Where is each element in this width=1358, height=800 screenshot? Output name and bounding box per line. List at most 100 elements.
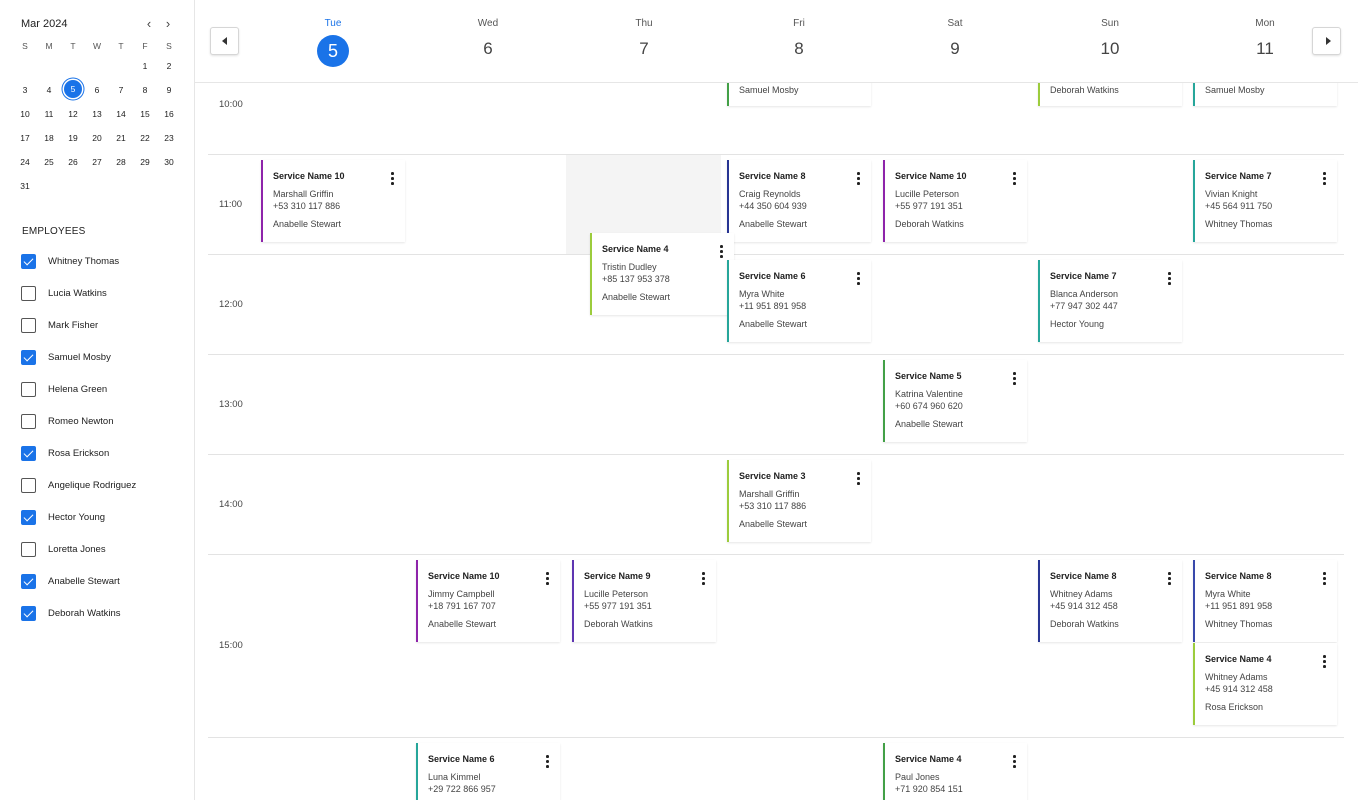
prev-week-button[interactable]	[210, 27, 239, 55]
more-vert-icon[interactable]	[1319, 655, 1329, 669]
appointment-card[interactable]: Service Name 6 Myra White +11 951 891 958 A…	[727, 260, 871, 342]
day-header-tue[interactable]: Tue 5	[255, 0, 411, 82]
employee-checkbox[interactable]	[21, 254, 36, 269]
employee-checkbox[interactable]	[21, 446, 36, 461]
appointment-card[interactable]: Service Name 7 Blanca Anderson +77 947 302…	[1038, 260, 1182, 342]
more-vert-icon[interactable]	[1009, 372, 1019, 386]
mini-calendar-day[interactable]: 14	[109, 104, 133, 124]
mini-calendar-day[interactable]: 18	[37, 128, 61, 148]
appointment-card[interactable]: Service Name 8 Myra White +11 951 891 958 W…	[1193, 560, 1337, 642]
mini-calendar-day[interactable]: 17	[13, 128, 37, 148]
mini-calendar-day[interactable]: 22	[133, 128, 157, 148]
mini-calendar-day[interactable]: 2	[157, 56, 181, 76]
employee-checkbox[interactable]	[21, 574, 36, 589]
mini-calendar-day[interactable]: 19	[61, 128, 85, 148]
mini-calendar-day[interactable]: 8	[133, 80, 157, 100]
more-vert-icon[interactable]	[1319, 572, 1329, 586]
more-vert-icon[interactable]	[853, 472, 863, 486]
mini-calendar-day[interactable]: 31	[13, 176, 37, 196]
appointment-card[interactable]: Service Name 10 Marshall Griffin +53 310 1…	[261, 160, 405, 242]
employee-filter-item[interactable]: Rosa Erickson	[21, 446, 186, 462]
appointment-card[interactable]: Service Name 9 Lucille Peterson +55 977 19…	[572, 560, 716, 642]
appointment-card[interactable]: Service Name 4 Whitney Adams +45 914 312 4…	[1193, 643, 1337, 725]
appointment-card[interactable]: Service Name 8 Whitney Adams +45 914 312 4…	[1038, 560, 1182, 642]
mini-calendar-day[interactable]: 21	[109, 128, 133, 148]
more-vert-icon[interactable]	[853, 172, 863, 186]
mini-calendar-day[interactable]: 26	[61, 152, 85, 172]
chevron-right-icon[interactable]: ›	[160, 16, 176, 32]
mini-calendar-day[interactable]: 5	[61, 80, 85, 100]
employee-filter-item[interactable]: Anabelle Stewart	[21, 574, 186, 590]
mini-calendar-day[interactable]: 16	[157, 104, 181, 124]
appointment-card[interactable]: Vivian Knight+45 564 911 750Samuel Mosby	[1193, 83, 1337, 106]
mini-calendar-day[interactable]: 24	[13, 152, 37, 172]
more-vert-icon[interactable]	[387, 172, 397, 186]
appointment-card[interactable]: Service Name 8 Craig Reynolds +44 350 604 …	[727, 160, 871, 242]
employee-checkbox[interactable]	[21, 542, 36, 557]
mini-calendar-day[interactable]: 4	[37, 80, 61, 100]
employee-filter-item[interactable]: Angelique Rodriguez	[21, 478, 186, 494]
employee-checkbox[interactable]	[21, 318, 36, 333]
more-vert-icon[interactable]	[542, 755, 552, 769]
mini-calendar-day[interactable]: 20	[85, 128, 109, 148]
day-header-thu[interactable]: Thu 7	[566, 0, 722, 82]
mini-calendar-day[interactable]: 9	[157, 80, 181, 100]
more-vert-icon[interactable]	[1164, 272, 1174, 286]
appointment-card[interactable]: Marshall Griffin+53 310 117 886Samuel Mo…	[727, 83, 871, 106]
mini-calendar-day[interactable]: 10	[13, 104, 37, 124]
mini-calendar-day[interactable]: 12	[61, 104, 85, 124]
mini-calendar-day[interactable]: 28	[109, 152, 133, 172]
appointment-card[interactable]: Service Name 6 Luna Kimmel +29 722 866 957	[416, 743, 560, 800]
more-vert-icon[interactable]	[1009, 755, 1019, 769]
employee-filter-item[interactable]: Romeo Newton	[21, 414, 186, 430]
day-header-fri[interactable]: Fri 8	[721, 0, 877, 82]
mini-calendar-day[interactable]: 29	[133, 152, 157, 172]
mini-calendar-day[interactable]: 7	[109, 80, 133, 100]
employee-filter-item[interactable]: Loretta Jones	[21, 542, 186, 558]
employee-filter-item[interactable]: Helena Green	[21, 382, 186, 398]
mini-calendar-day[interactable]: 23	[157, 128, 181, 148]
mini-calendar-day[interactable]: 1	[133, 56, 157, 76]
more-vert-icon[interactable]	[716, 245, 726, 259]
mini-calendar-day[interactable]: 15	[133, 104, 157, 124]
employee-filter-item[interactable]: Mark Fisher	[21, 318, 186, 334]
employee-filter-item[interactable]: Whitney Thomas	[21, 254, 186, 270]
more-vert-icon[interactable]	[1319, 172, 1329, 186]
employee-filter-item[interactable]: Lucia Watkins	[21, 286, 186, 302]
more-vert-icon[interactable]	[1009, 172, 1019, 186]
employee-checkbox[interactable]	[21, 478, 36, 493]
employee-filter-item[interactable]: Hector Young	[21, 510, 186, 526]
employee-checkbox[interactable]	[21, 382, 36, 397]
appointment-card[interactable]: Service Name 10 Lucille Peterson +55 977 1…	[883, 160, 1027, 242]
employee-filter-item[interactable]: Samuel Mosby	[21, 350, 186, 366]
mini-calendar-day[interactable]: 11	[37, 104, 61, 124]
employee-filter-item[interactable]: Deborah Watkins	[21, 606, 186, 622]
mini-calendar-day[interactable]: 27	[85, 152, 109, 172]
day-header-sun[interactable]: Sun 10	[1032, 0, 1188, 82]
mini-calendar-day[interactable]: 25	[37, 152, 61, 172]
mini-calendar-day[interactable]: 30	[157, 152, 181, 172]
day-header-sat[interactable]: Sat 9	[877, 0, 1033, 82]
employee-checkbox[interactable]	[21, 286, 36, 301]
chevron-left-icon[interactable]: ‹	[141, 16, 157, 32]
mini-calendar-day[interactable]: 13	[85, 104, 109, 124]
appointment-card[interactable]: Service Name 7 Vivian Knight +45 564 911 7…	[1193, 160, 1337, 242]
more-vert-icon[interactable]	[853, 272, 863, 286]
appointment-card[interactable]: Service Name 5 Katrina Valentine +60 674 9…	[883, 360, 1027, 442]
employee-checkbox[interactable]	[21, 606, 36, 621]
appointment-card[interactable]: Service Name 3 Marshall Griffin +53 310 11…	[727, 460, 871, 542]
appointment-card[interactable]: Service Name 4 Paul Jones +71 920 854 151	[883, 743, 1027, 800]
day-header-wed[interactable]: Wed 6	[410, 0, 566, 82]
mini-calendar-day[interactable]: 3	[13, 80, 37, 100]
employee-checkbox[interactable]	[21, 414, 36, 429]
appointment-card[interactable]: Service Name 4 Tristin Dudley +85 137 953 …	[590, 233, 734, 315]
appointment-card[interactable]: Luna Kimmel+29 722 866 957Deborah Watkin…	[1038, 83, 1182, 106]
appointment-card[interactable]: Service Name 10 Jimmy Campbell +18 791 167…	[416, 560, 560, 642]
mini-calendar-day[interactable]: 6	[85, 80, 109, 100]
more-vert-icon[interactable]	[698, 572, 708, 586]
more-vert-icon[interactable]	[1164, 572, 1174, 586]
more-vert-icon[interactable]	[542, 572, 552, 586]
employee-checkbox[interactable]	[21, 350, 36, 365]
day-header-mon[interactable]: Mon 11	[1187, 0, 1343, 82]
employee-checkbox[interactable]	[21, 510, 36, 525]
